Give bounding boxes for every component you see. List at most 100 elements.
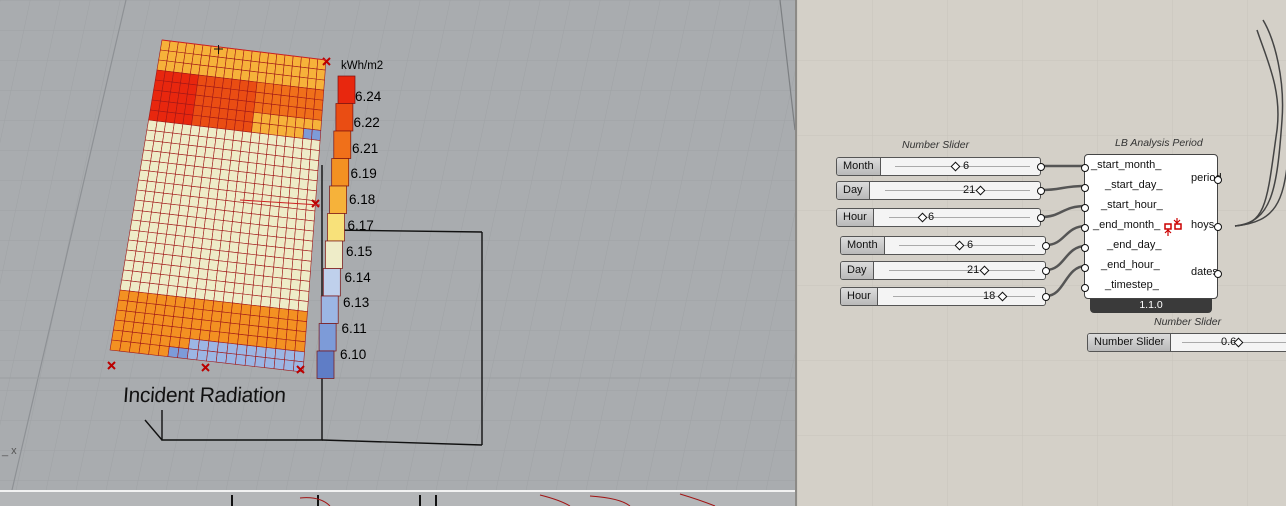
mesh-cell [296, 310, 308, 323]
number-slider-day[interactable]: Day 21 [836, 181, 1045, 200]
number-slider-hour[interactable]: Hour 6 [836, 208, 1045, 227]
mesh-cell [285, 227, 296, 240]
lb-analysis-period-component[interactable]: _start_month_ _start_day_ _start_hour_ _end… [1081, 154, 1222, 299]
slider-knob[interactable] [975, 185, 986, 196]
number-slider-hour[interactable]: Hour 18 [840, 287, 1050, 306]
mesh-cell [239, 151, 250, 163]
mesh-cell [274, 348, 286, 361]
mesh-cell [295, 208, 307, 221]
mesh-cell [239, 222, 251, 235]
mesh-cell [188, 134, 199, 147]
slider-knob[interactable] [917, 212, 928, 223]
slider-knob[interactable] [950, 161, 961, 172]
mesh-cell [313, 98, 324, 111]
mesh-cell [163, 182, 175, 195]
mesh-cell [264, 164, 275, 176]
mesh-cell [140, 332, 152, 345]
mesh-cell [295, 106, 306, 119]
output-port[interactable] [1037, 163, 1045, 171]
mesh-cell [263, 174, 274, 186]
number-slider-month[interactable]: Month 6 [840, 236, 1050, 255]
mesh-cell [144, 302, 157, 315]
input-port[interactable] [1081, 244, 1089, 252]
slider-group-title: Number Slider [902, 139, 970, 151]
mesh-cell [263, 265, 275, 278]
mesh-cell [222, 291, 234, 304]
mesh-cell [244, 182, 256, 194]
input-port[interactable] [1081, 224, 1089, 232]
grasshopper-canvas[interactable]: Number Slider Month 6 Day 21 Hour 6 Month 6 Day 2… [795, 0, 1286, 506]
mesh-cell [301, 249, 313, 262]
input-port[interactable] [1081, 204, 1089, 212]
mesh-cell [221, 220, 233, 232]
output-port[interactable] [1037, 214, 1045, 222]
mesh-cell [209, 45, 220, 58]
mesh-cell [168, 275, 180, 287]
mesh-cell [217, 179, 229, 191]
number-slider[interactable]: Number Slider 0.6 [1087, 333, 1286, 352]
mesh-cell [254, 254, 266, 267]
mesh-cell [273, 256, 285, 269]
mesh-cell [245, 172, 257, 184]
output-port[interactable] [1214, 176, 1222, 184]
mesh-cell [214, 137, 225, 150]
slider-name: Number Slider [1088, 334, 1172, 351]
mesh-cell [294, 116, 305, 129]
output-port[interactable] [1037, 187, 1045, 195]
mesh-cell [253, 264, 265, 277]
mesh-cell [283, 359, 295, 372]
output-port[interactable] [1042, 242, 1050, 250]
mesh-cell [246, 334, 259, 347]
input-port[interactable] [1081, 164, 1089, 172]
mesh-cell [237, 333, 249, 346]
slider-knob[interactable] [979, 265, 990, 276]
mesh-cell [158, 273, 171, 286]
mesh-cell [276, 226, 287, 239]
mesh-cell [237, 89, 248, 102]
mesh-cell [194, 217, 206, 229]
mesh-cell [238, 232, 250, 245]
mesh-cell [272, 266, 284, 279]
legend-swatch [333, 130, 352, 159]
mesh-cell [287, 309, 299, 321]
output-port[interactable] [1214, 270, 1222, 278]
mesh-cell [268, 215, 279, 228]
mesh-cell [266, 62, 277, 75]
mesh-cell [293, 350, 305, 363]
mesh-cell [265, 347, 277, 359]
input-starthour: _start_hour_ [1101, 199, 1163, 211]
output-port[interactable] [1042, 293, 1050, 301]
mesh-cell [247, 233, 259, 246]
mesh-cell [299, 168, 310, 181]
number-slider-day[interactable]: Day 21 [840, 261, 1050, 280]
input-port[interactable] [1081, 284, 1089, 292]
input-port[interactable] [1081, 264, 1089, 272]
mesh-cell [256, 71, 267, 84]
mesh-cell [289, 85, 300, 98]
mesh-cell [233, 119, 245, 132]
slider-knob[interactable] [954, 240, 965, 251]
mesh-cell [282, 257, 294, 270]
mesh-cell [273, 155, 285, 167]
number-slider-month[interactable]: Month 6 [836, 157, 1045, 176]
mesh-cell [204, 146, 215, 159]
output-port[interactable] [1042, 267, 1050, 275]
mesh-cell [237, 161, 249, 173]
mesh-cell [178, 337, 191, 350]
mesh-cell [122, 320, 135, 333]
mesh-cell [240, 69, 251, 82]
mesh-cell [257, 143, 268, 155]
mesh-cell [215, 270, 227, 283]
mesh-cell [185, 287, 197, 299]
rhino-viewport[interactable]: kWh/m2 6.24 6.22 6.21 6.19 6.18 6.17 6.15 6.14 6… [0, 0, 795, 506]
mesh-cell [232, 211, 243, 223]
mesh-cell [206, 269, 218, 282]
output-port[interactable] [1214, 223, 1222, 231]
mesh-cell [178, 266, 191, 278]
input-port[interactable] [1081, 184, 1089, 192]
mesh-cell [133, 311, 146, 324]
mesh-cell [271, 93, 282, 106]
slider-knob[interactable] [997, 291, 1008, 302]
mesh-cell [250, 213, 261, 226]
mesh-cell [282, 64, 293, 77]
